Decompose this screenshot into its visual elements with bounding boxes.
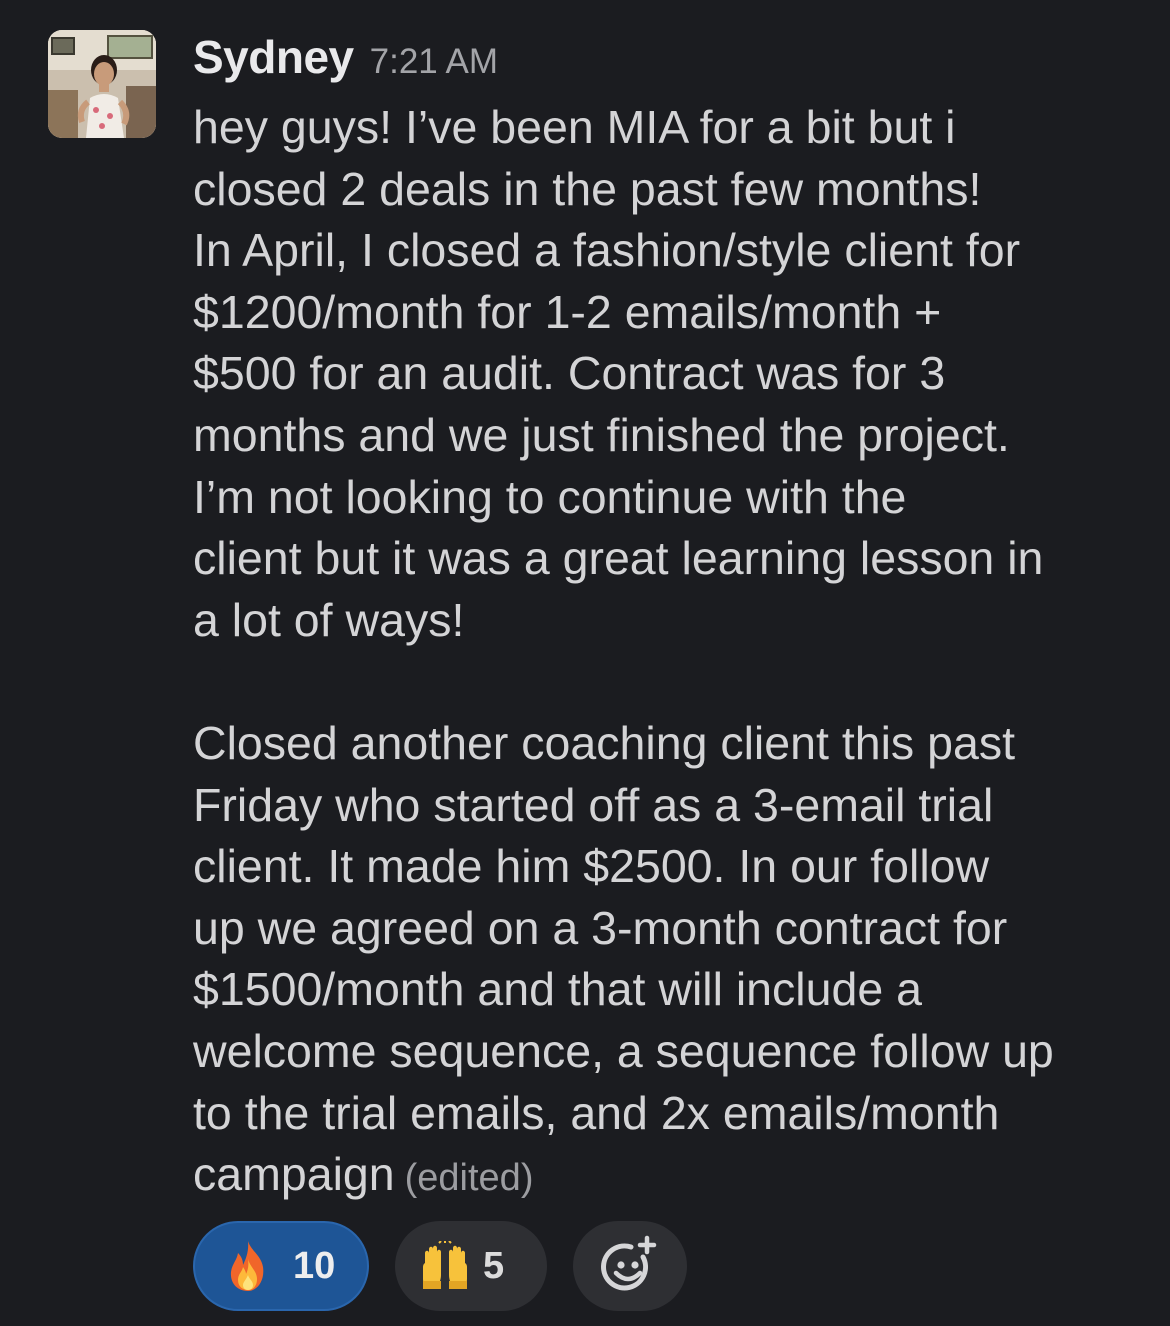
add-reaction-icon — [599, 1235, 661, 1297]
message-header: Sydney 7:21 AM — [193, 30, 498, 90]
fire-emoji-icon — [225, 1239, 271, 1293]
message-line: Closed another coaching client this past — [193, 716, 1015, 769]
message-line: $500 for an audit. Contract was for 3 — [193, 347, 946, 400]
add-reaction-button[interactable] — [573, 1221, 687, 1311]
message-line: to the trial emails, and 2x emails/month — [193, 1086, 1000, 1139]
avatar-photo — [48, 30, 156, 138]
message-line: In April, I closed a fashion/style clien… — [193, 224, 1021, 277]
message-line: welcome sequence, a sequence follow up — [193, 1024, 1054, 1077]
message-line: campaign — [193, 1148, 395, 1201]
message-line: a lot of ways! — [193, 593, 465, 646]
reaction-count: 10 — [293, 1244, 336, 1287]
message-line: I’m not looking to continue with the — [193, 470, 907, 523]
message-line: up we agreed on a 3-month contract for — [193, 901, 1008, 954]
message: Sydney 7:21 AM hey guys! I’ve been MIA f… — [0, 0, 1170, 1326]
message-line: hey guys! I’ve been MIA for a bit but i — [193, 101, 956, 153]
message-line: Friday who started off as a 3-email tria… — [193, 778, 994, 831]
edited-label: (edited) — [404, 1157, 534, 1200]
reaction-raised-hands[interactable]: 5 — [395, 1221, 547, 1311]
message-line: $1500/month and that will include a — [193, 963, 922, 1016]
author-name[interactable]: Sydney — [193, 30, 354, 84]
message-body: hey guys! I’ve been MIA for a bit but i … — [193, 97, 1143, 1210]
message-paragraph-1: hey guys! I’ve been MIA for a bit but i … — [193, 97, 1143, 651]
reaction-fire[interactable]: 10 — [193, 1221, 369, 1311]
message-last-line: campaign (edited) — [193, 1144, 1143, 1210]
message-paragraph-2: Closed another coaching client this past… — [193, 713, 1143, 1210]
message-line: client. It made him $2500. In our follow — [193, 840, 990, 893]
message-line: months and we just finished the project. — [193, 408, 1010, 461]
raised-hands-emoji-icon — [419, 1241, 471, 1291]
reaction-bar: 10 5 — [193, 1221, 687, 1311]
timestamp[interactable]: 7:21 AM — [370, 42, 498, 82]
message-line: client but it was a great learning lesso… — [193, 532, 1044, 585]
reaction-count: 5 — [483, 1244, 505, 1287]
message-line: closed 2 deals in the past few months! — [193, 162, 982, 215]
avatar[interactable] — [48, 30, 156, 138]
message-line: $1200/month for 1-2 emails/month + — [193, 285, 942, 338]
